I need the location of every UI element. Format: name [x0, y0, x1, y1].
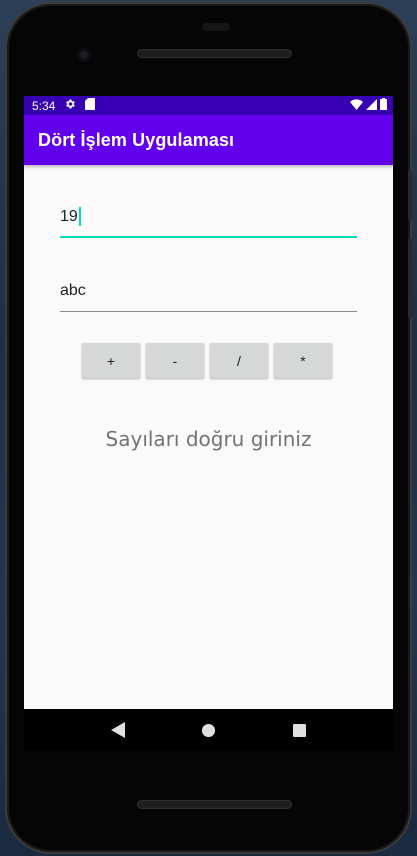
navigation-bar: [24, 709, 393, 751]
wifi-icon: [350, 98, 363, 113]
device-screen: 5:34 Dört İşlem Uygulaması 19 abc + - / …: [24, 96, 393, 749]
power-button: [408, 170, 412, 220]
second-number-underline: [60, 311, 357, 312]
status-time: 5:34: [32, 98, 56, 113]
proximity-sensor: [202, 23, 230, 31]
result-text: Sayıları doğru giriniz: [105, 427, 312, 451]
multiply-button[interactable]: *: [274, 343, 332, 378]
text-cursor: [78, 207, 81, 226]
second-number-value: abc: [60, 282, 86, 299]
recents-icon[interactable]: [288, 718, 312, 742]
app-title: Dört İşlem Uygulaması: [38, 129, 235, 150]
status-bar: 5:34: [24, 96, 393, 115]
first-number-underline: [60, 236, 357, 238]
first-number-value: 19: [60, 207, 78, 225]
first-number-input[interactable]: 19: [60, 198, 357, 238]
home-icon[interactable]: [197, 718, 221, 742]
back-icon[interactable]: [106, 718, 130, 742]
signal-icon: [366, 98, 377, 113]
front-camera: [77, 48, 91, 62]
add-button[interactable]: +: [82, 343, 140, 378]
divide-button[interactable]: /: [210, 343, 268, 378]
bottom-speaker: [137, 800, 292, 809]
subtract-button[interactable]: -: [146, 343, 204, 378]
main-content: 19 abc + - / * Sayıları doğru giriniz: [24, 165, 393, 705]
earpiece-speaker: [137, 49, 292, 58]
second-number-input[interactable]: abc: [60, 272, 357, 312]
sd-card-icon: [85, 98, 96, 113]
volume-button: [408, 238, 412, 318]
app-bar: Dört İşlem Uygulaması: [24, 115, 393, 165]
settings-icon: [64, 98, 76, 113]
operation-buttons: + - / *: [82, 343, 332, 378]
battery-icon: [380, 98, 387, 113]
